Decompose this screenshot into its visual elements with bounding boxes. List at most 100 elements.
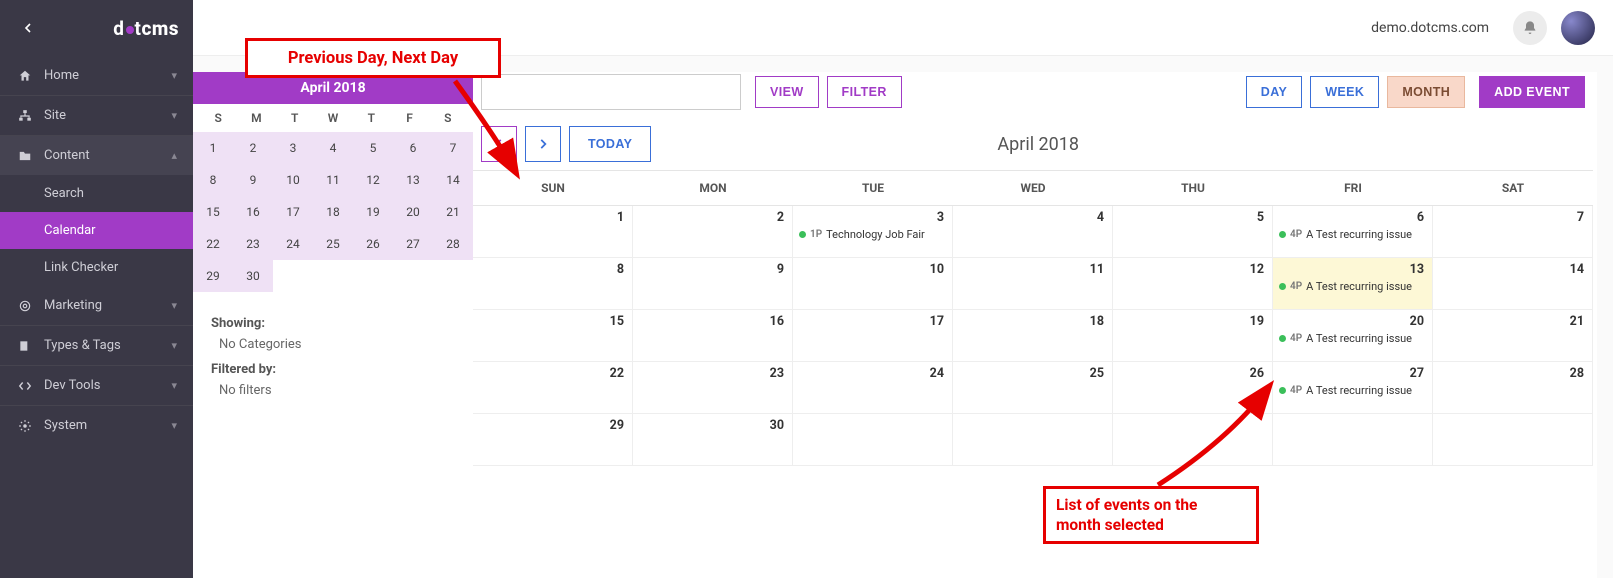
site-domain[interactable]: demo.dotcms.com [1371,20,1489,36]
chevron-down-icon: ▾ [171,109,177,122]
chevron-down-icon: ▾ [171,339,177,352]
sidebar-item-label: Content [44,148,90,163]
sidebar-item-home[interactable]: Home ▾ [0,56,193,95]
cal-cell[interactable]: 17 [793,310,953,362]
cal-cell[interactable]: 20 4PA Test recurring issue [1273,310,1433,362]
mini-day[interactable]: 20 [393,196,433,228]
sidebar-item-link-checker[interactable]: Link Checker [0,249,193,286]
cal-day-number: 1 [617,210,624,225]
cal-cell[interactable]: 30 [633,414,793,466]
calendar-title: April 2018 [651,134,1425,155]
cal-cell[interactable]: 9 [633,258,793,310]
back-button[interactable] [14,14,42,42]
cal-cell[interactable]: 24 [793,362,953,414]
cal-cell[interactable]: 15 [473,310,633,362]
cal-cell[interactable]: 64PA Test recurring issue [1273,206,1433,258]
notifications-button[interactable] [1513,11,1547,45]
cal-dow: MON [633,171,793,205]
cal-cell[interactable]: 12 [1113,258,1273,310]
cal-cell[interactable]: 11 [953,258,1113,310]
cal-cell[interactable]: 3 1PTechnology Job Fair [793,206,953,258]
cal-cell[interactable]: 25 [953,362,1113,414]
cal-day-number: 3 [937,210,944,225]
view-button[interactable]: VIEW [755,76,819,108]
cal-cell[interactable]: 14 [1433,258,1593,310]
mini-day[interactable]: 11 [313,164,353,196]
mini-day [313,260,353,292]
mini-day[interactable]: 27 [393,228,433,260]
mini-day[interactable]: 12 [353,164,393,196]
event-title: A Test recurring issue [1306,228,1412,241]
cal-cell[interactable]: 23 [633,362,793,414]
bell-icon [1522,20,1538,36]
cal-cell[interactable]: 16 [633,310,793,362]
mini-day[interactable]: 15 [193,196,233,228]
cal-cell[interactable]: 29 [473,414,633,466]
sidebar-item-dev-tools[interactable]: Dev Tools ▾ [0,365,193,405]
mini-day[interactable]: 10 [273,164,313,196]
add-event-button[interactable]: ADD EVENT [1479,76,1585,108]
cal-cell[interactable]: 4 [953,206,1113,258]
mini-day[interactable]: 21 [433,196,473,228]
week-button[interactable]: WEEK [1310,76,1379,108]
mini-day[interactable]: 24 [273,228,313,260]
sidebar-item-types-tags[interactable]: Types & Tags ▾ [0,325,193,365]
cal-cell[interactable]: 1 [473,206,633,258]
mini-day[interactable]: 4 [313,132,353,164]
mini-day[interactable]: 17 [273,196,313,228]
cal-cell[interactable]: 134PA Test recurring issue [1273,258,1433,310]
cal-cell[interactable]: 7 [1433,206,1593,258]
cal-cell[interactable]: 28 [1433,362,1593,414]
mini-day[interactable]: 19 [353,196,393,228]
mini-day[interactable]: 13 [393,164,433,196]
annotation-event-list: List of events on the month selected [1043,486,1259,544]
cal-event[interactable]: 4PA Test recurring issue [1279,332,1426,345]
mini-day[interactable]: 16 [233,196,273,228]
day-button[interactable]: DAY [1246,76,1302,108]
today-button[interactable]: TODAY [569,126,651,162]
sidebar-item-calendar[interactable]: Calendar [0,212,193,249]
mini-day[interactable]: 23 [233,228,273,260]
sidebar-item-marketing[interactable]: Marketing ▾ [0,286,193,325]
mini-day[interactable]: 8 [193,164,233,196]
cal-cell[interactable]: 2 [633,206,793,258]
filter-button[interactable]: FILTER [827,76,902,108]
mini-day[interactable]: 18 [313,196,353,228]
mini-day[interactable]: 1 [193,132,233,164]
sidebar-item-site[interactable]: Site ▾ [0,95,193,135]
cal-event[interactable]: 4PA Test recurring issue [1279,280,1426,293]
status-dot-icon [1279,335,1286,342]
mini-day[interactable]: 29 [193,260,233,292]
mini-day[interactable]: 28 [433,228,473,260]
cal-cell[interactable]: 8 [473,258,633,310]
sidebar-item-content[interactable]: Content ▴ [0,135,193,175]
mini-day[interactable]: 26 [353,228,393,260]
mini-day[interactable]: 6 [393,132,433,164]
month-button[interactable]: MONTH [1387,76,1465,108]
sidebar-item-system[interactable]: System ▾ [0,405,193,445]
cal-cell[interactable]: 21 [1433,310,1593,362]
cal-cell[interactable]: 5 [1113,206,1273,258]
cal-cell[interactable]: 22 [473,362,633,414]
cal-cell[interactable]: 18 [953,310,1113,362]
avatar[interactable] [1561,11,1595,45]
sidebar-item-search[interactable]: Search [0,175,193,212]
cal-cell[interactable]: 274PA Test recurring issue [1273,362,1433,414]
cal-event[interactable]: 1PTechnology Job Fair [799,228,946,241]
mini-day[interactable]: 5 [353,132,393,164]
mini-day[interactable]: 9 [233,164,273,196]
mini-day[interactable]: 22 [193,228,233,260]
mini-day[interactable]: 25 [313,228,353,260]
mini-day[interactable]: 30 [233,260,273,292]
mini-day[interactable]: 3 [273,132,313,164]
chevron-right-icon [536,137,550,151]
event-title: A Test recurring issue [1306,280,1412,293]
cal-dow: WED [953,171,1113,205]
cal-day-number: 20 [1410,314,1424,329]
cal-cell[interactable]: 10 [793,258,953,310]
cal-event[interactable]: 4PA Test recurring issue [1279,384,1426,397]
cal-cell[interactable]: 19 [1113,310,1273,362]
cal-event[interactable]: 4PA Test recurring issue [1279,228,1426,241]
mini-day[interactable]: 2 [233,132,273,164]
chevron-down-icon: ▾ [171,69,177,82]
